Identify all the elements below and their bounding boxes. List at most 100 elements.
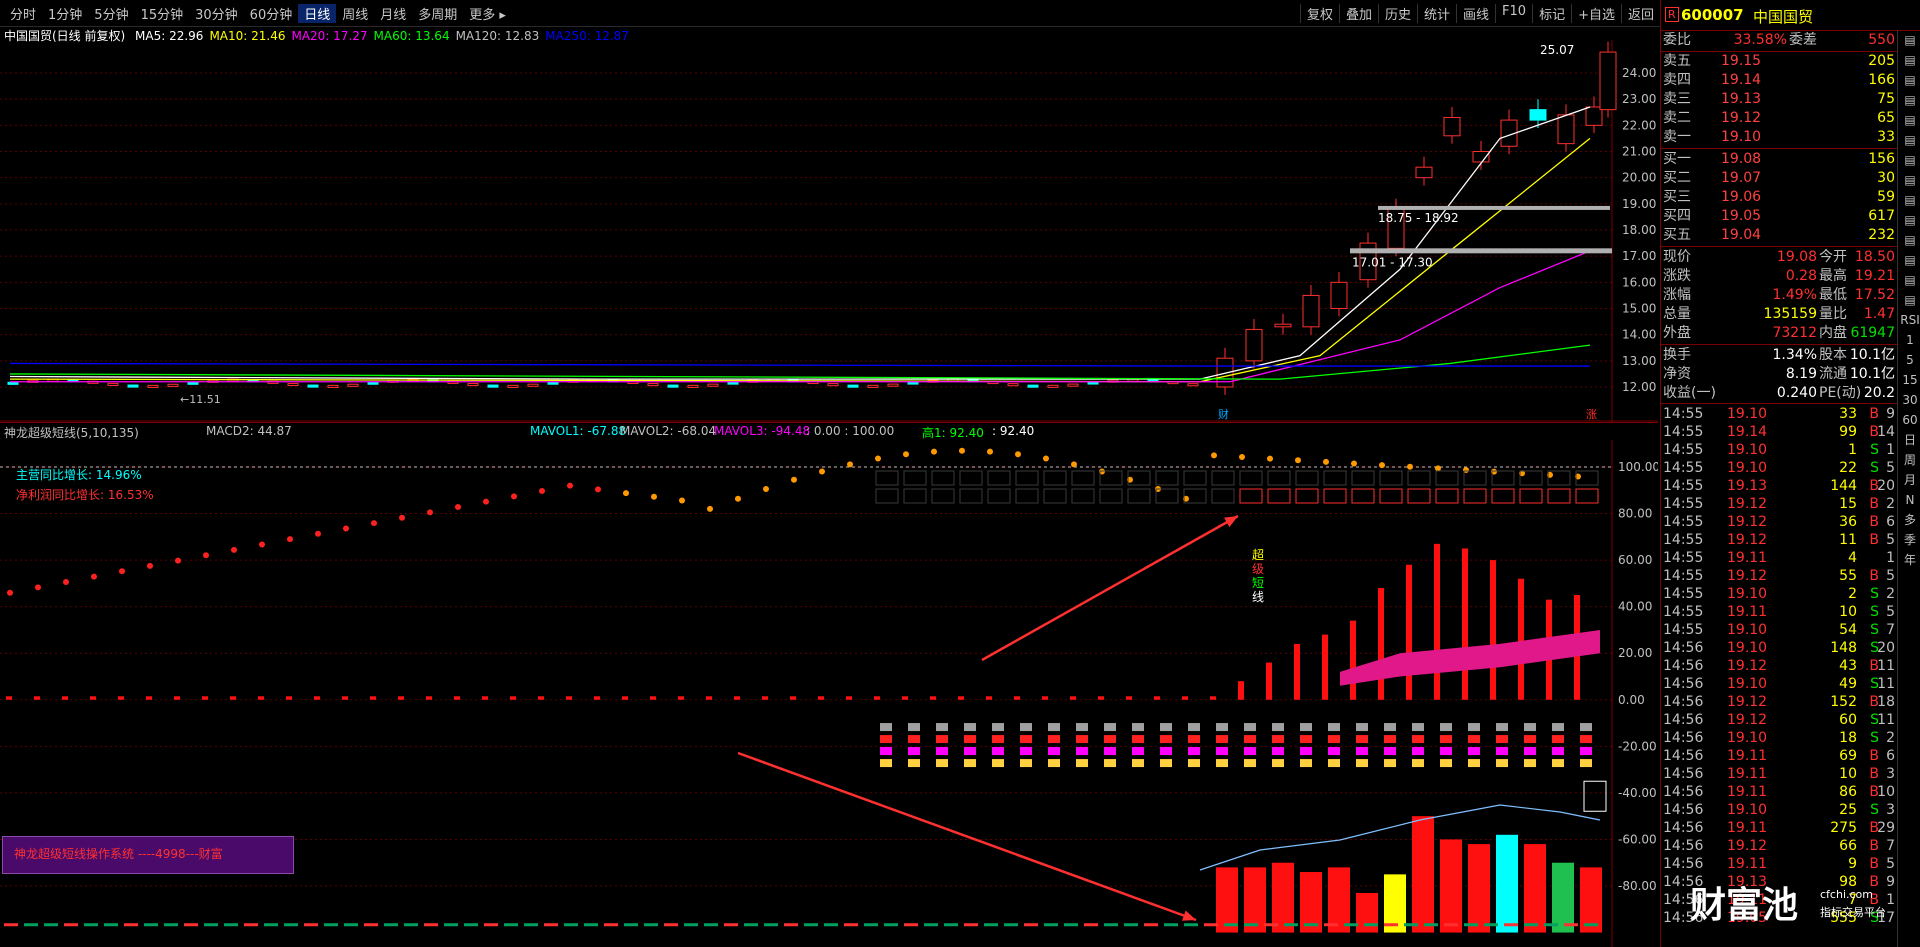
toolbar-button[interactable]: 画线 [1456,4,1495,23]
side-tool-button[interactable]: 年 [1898,550,1920,570]
signal-cell [1496,723,1508,732]
period-tab[interactable]: 更多 ▸ [463,4,512,23]
volume-bar [62,696,68,700]
side-tool-button[interactable]: RSI [1898,310,1920,330]
ask-row[interactable]: 卖五 19.15 205 [1661,52,1897,71]
ask-row[interactable]: 卖二 19.12 65 [1661,109,1897,128]
signal-cell [1580,759,1592,768]
stock-header: R 600007 中国国贸 [1661,0,1920,31]
side-tool-button[interactable]: 5 [1898,350,1920,370]
bottom-bar [1144,923,1158,927]
bid-row[interactable]: 买二 19.07 30 [1661,169,1897,188]
tick-count: 7 [1886,622,1895,638]
tick-price: 19.10 [1727,676,1768,692]
bottom-bar [104,923,118,927]
side-tool-icon[interactable]: ▤ [1898,150,1920,170]
signal-cell [964,735,976,744]
stat-label: 外盘 [1663,325,1691,341]
ask-row[interactable]: 卖一 19.10 33 [1661,128,1897,147]
side-tool-icon[interactable]: ▤ [1898,210,1920,230]
stat-value: 8.19 [1785,366,1817,382]
mavol2-value: MAVOL2: -68.04 [620,424,717,438]
volume-bar [1266,662,1272,700]
candlestick-chart[interactable]: 24.00 23.00 22.00 21.00 20.00 19.00 18.00 17.00… [0,40,1658,422]
toolbar-button[interactable]: 统计 [1417,4,1456,23]
bottom-bar [744,923,758,927]
period-tab[interactable]: 15分钟 [135,4,190,23]
tick-price: 19.10 [1727,406,1768,422]
toolbar-button[interactable]: +自选 [1571,4,1621,23]
period-tab[interactable]: 多周期 [412,4,463,23]
bid-row[interactable]: 买一 19.08 156 [1661,150,1897,169]
period-tab[interactable]: 日线 [298,4,337,23]
side-tool-button[interactable]: 月 [1898,470,1920,490]
lower-bar [1580,867,1602,933]
ask-row[interactable]: 卖三 19.13 75 [1661,90,1897,109]
candle [467,382,479,387]
bottom-bar [504,923,518,927]
signal-cell [1328,723,1340,732]
ma60-line [9,344,1591,380]
period-tab[interactable]: 30分钟 [189,4,244,23]
side-tool-button[interactable]: 日 [1898,430,1920,450]
period-tab[interactable]: 月线 [374,4,412,23]
toolbar-button[interactable]: 标记 [1532,4,1571,23]
side-tool-icon[interactable]: ▤ [1898,90,1920,110]
side-tool-button[interactable]: 60 [1898,410,1920,430]
signal-dot [91,573,97,580]
bottom-bar [1024,923,1038,927]
side-tool-button[interactable]: N [1898,490,1920,510]
watermark-logo: 财富池 [1690,885,1799,926]
period-tab[interactable]: 周线 [336,4,374,23]
side-tool-icon[interactable]: ▤ [1898,30,1920,50]
bid-row[interactable]: 买五 19.04 232 [1661,226,1897,245]
side-tool-button[interactable]: 30 [1898,390,1920,410]
period-tab[interactable]: 1分钟 [42,4,88,23]
side-tool-button[interactable]: 15 [1898,370,1920,390]
bid-row[interactable]: 买四 19.05 617 [1661,207,1897,226]
toolbar-button[interactable]: 返回 [1620,4,1660,23]
toolbar-button[interactable]: 历史 [1377,4,1417,23]
quote-panel: R 600007 中国国贸 委比 33.58% 委差 550 卖五 19.15 20… [1660,0,1920,947]
side-tool-icon[interactable]: ▤ [1898,230,1920,250]
side-tool-icon[interactable]: ▤ [1898,110,1920,130]
signal-cell [1412,735,1424,744]
tick-time: 14:56 [1663,784,1704,800]
side-tool-icon[interactable]: ▤ [1898,170,1920,190]
toolbar-button[interactable]: 复权 [1299,4,1339,23]
toolbar-button[interactable]: F10 [1495,4,1532,23]
side-tool-icon[interactable]: ▤ [1898,130,1920,150]
ask-qty: 205 [1868,53,1895,69]
ask-label: 卖一 [1663,129,1691,145]
side-tool-button[interactable]: 季 [1898,530,1920,550]
signal-dot [1295,457,1301,464]
signal-cell [1104,759,1116,768]
side-tool-icon[interactable]: ▤ [1898,290,1920,310]
volume-bar [426,696,432,700]
side-tool-icon[interactable]: ▤ [1898,50,1920,70]
toolbar-button[interactable]: 叠加 [1338,4,1378,23]
period-tab[interactable]: 5分钟 [88,4,134,23]
signal-box [1239,470,1263,486]
stat-label: PE(动) [1819,385,1862,401]
side-tool-icon[interactable]: ▤ [1898,190,1920,210]
side-tool-button[interactable]: 周 [1898,450,1920,470]
ask-row[interactable]: 卖四 19.14 166 [1661,71,1897,90]
tick-row: 14:55 19.12 15 B 2 [1661,495,1897,513]
bottom-bar [1164,923,1178,927]
candle [507,384,519,388]
tick-side: S [1870,460,1879,476]
side-tool-button[interactable]: 多 [1898,510,1920,530]
tick-time: 14:56 [1663,820,1704,836]
bottom-bar [704,923,718,927]
side-tool-icon[interactable]: ▤ [1898,250,1920,270]
period-tab[interactable]: 分时 [4,4,42,23]
side-tool-button[interactable]: 1 [1898,330,1920,350]
volume-bar [118,696,124,700]
candle [147,384,159,388]
stat-row: 换手 1.34% 股本 10.1亿 [1661,346,1897,365]
side-tool-icon[interactable]: ▤ [1898,270,1920,290]
side-tool-icon[interactable]: ▤ [1898,70,1920,90]
bid-row[interactable]: 买三 19.06 59 [1661,188,1897,207]
period-tab[interactable]: 60分钟 [244,4,299,23]
